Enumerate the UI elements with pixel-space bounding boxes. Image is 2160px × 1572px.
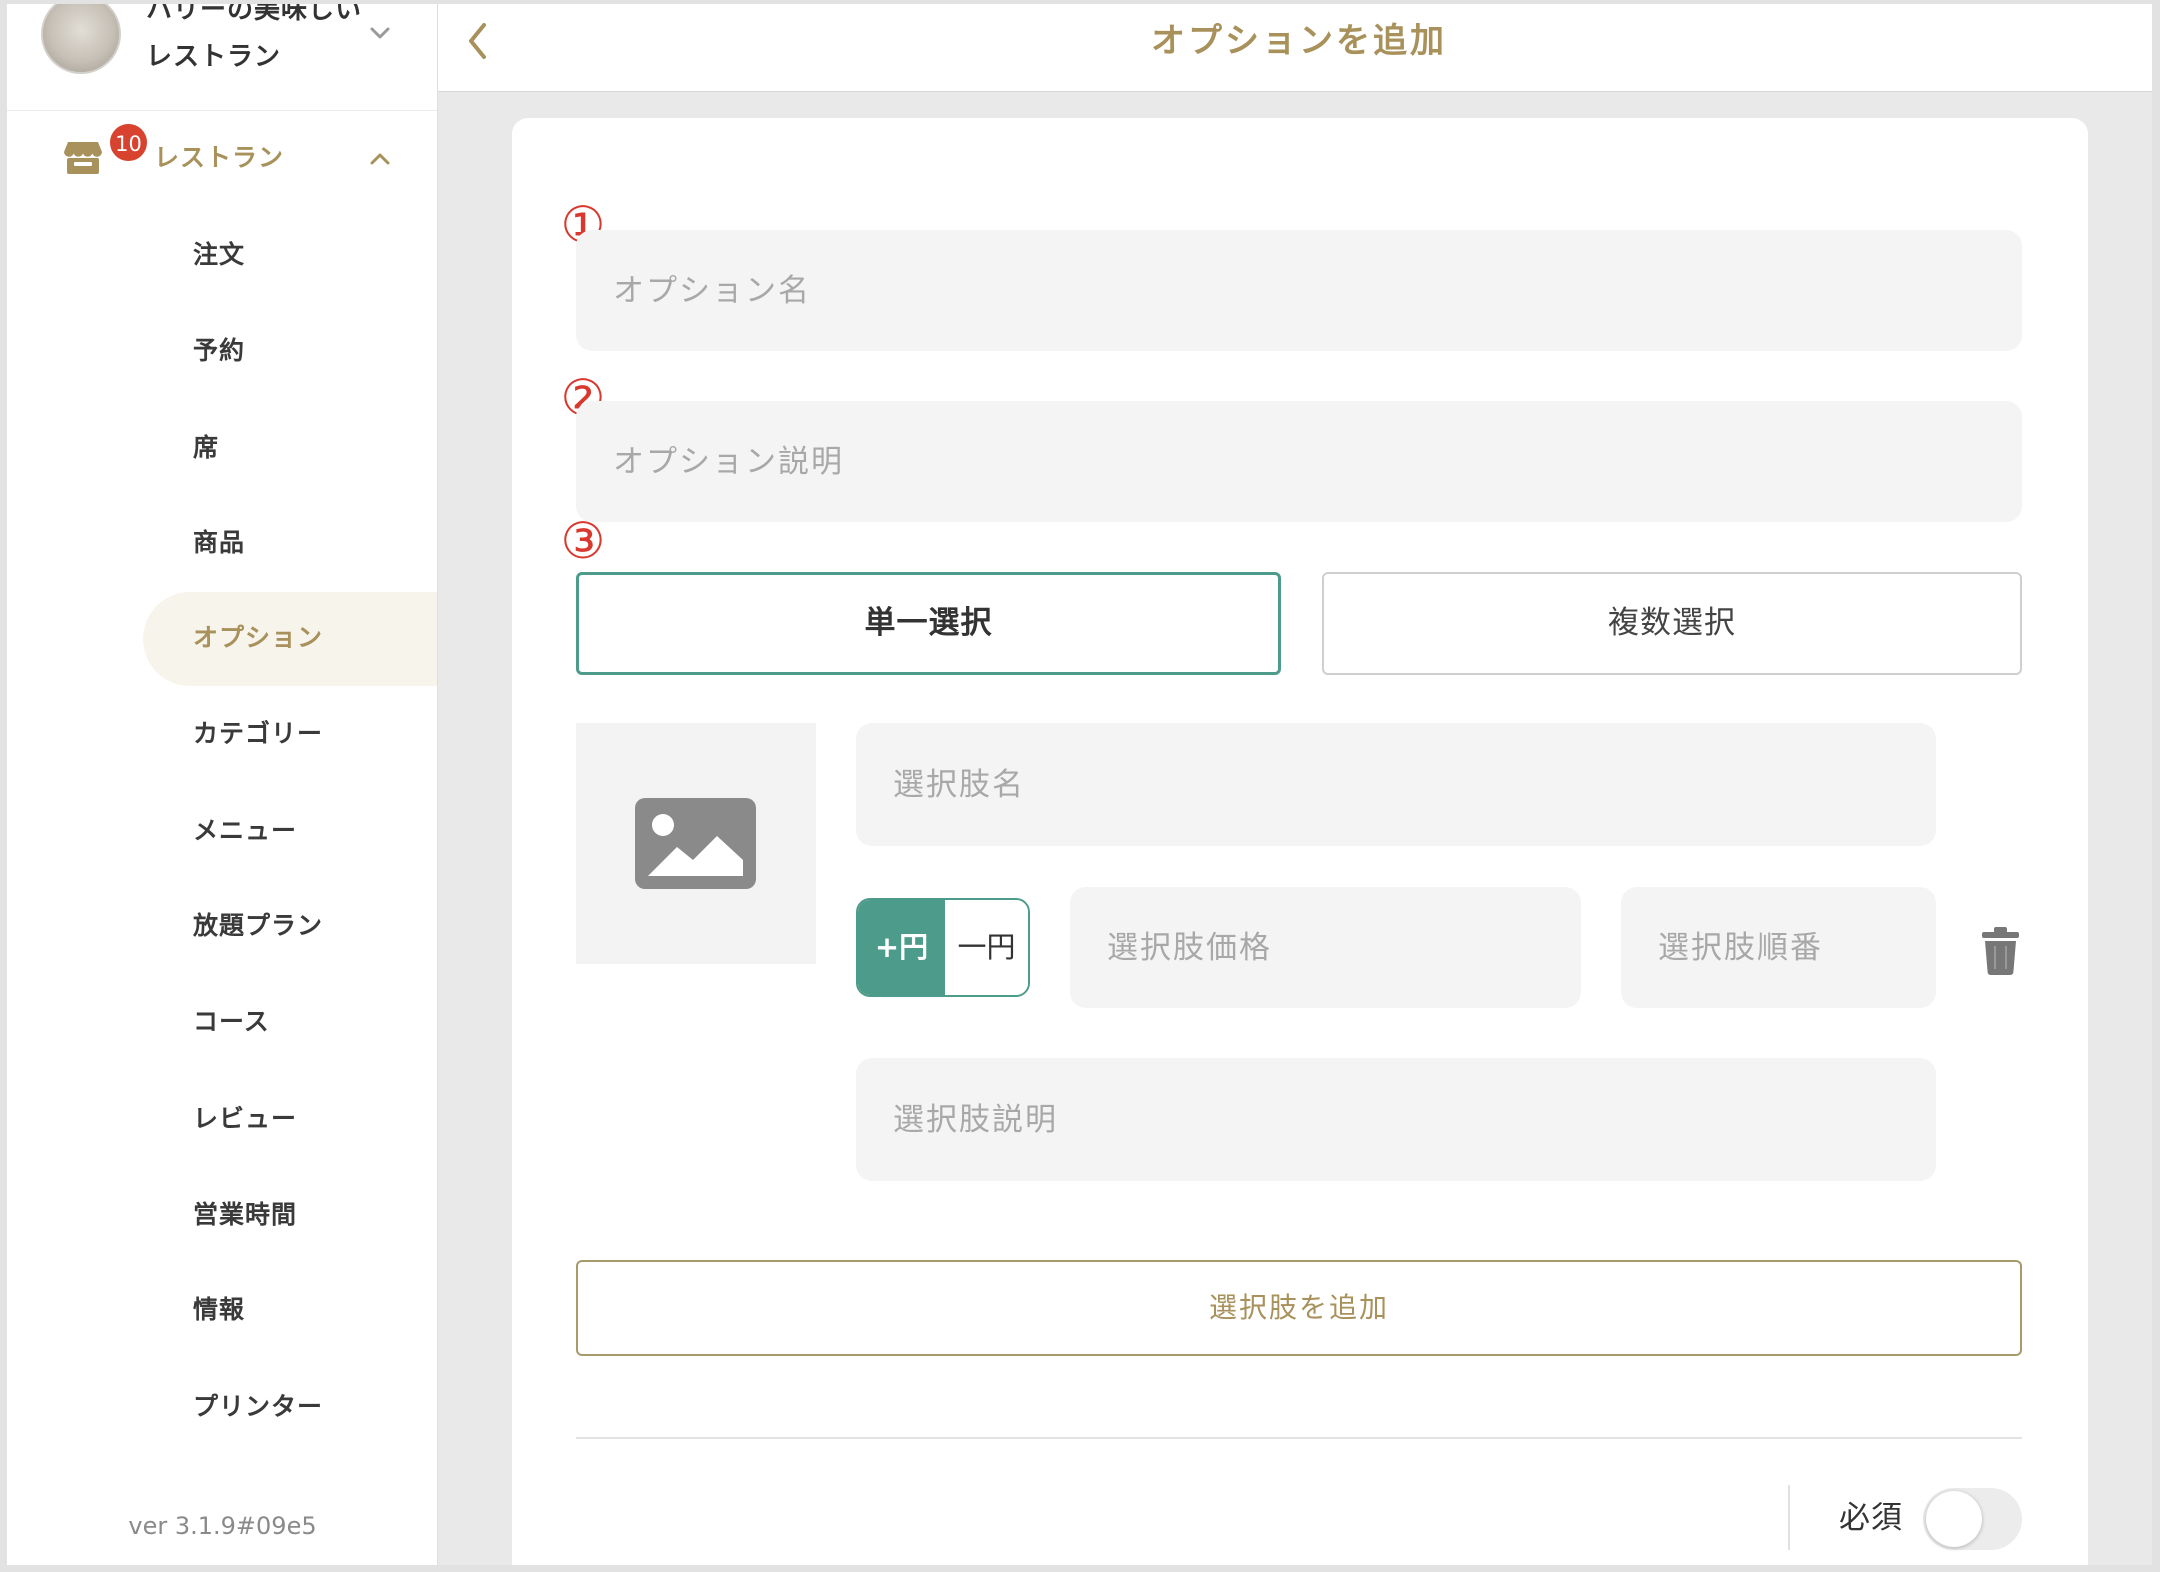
restaurant-avatar[interactable] (41, 0, 121, 74)
multiple-select-button[interactable]: 複数選択 (1322, 572, 2022, 675)
notification-badge: 10 (108, 122, 149, 163)
required-toggle[interactable] (1923, 1488, 2022, 1550)
option-description-input[interactable] (576, 401, 2022, 522)
sidebar-item-seats[interactable]: 席 (193, 428, 219, 468)
choice-description-input[interactable] (856, 1058, 1936, 1181)
option-name-input[interactable] (576, 230, 2022, 351)
price-plus-button[interactable]: +円 (858, 900, 945, 995)
store-icon (64, 142, 102, 174)
chevron-up-icon[interactable] (370, 152, 390, 165)
restaurant-name[interactable]: ハリーの美味しい レストラン (146, 0, 362, 81)
restaurant-name-line-2: レストラン (146, 42, 282, 72)
sidebar-item-printers[interactable]: プリンター (193, 1387, 323, 1427)
sidebar-item-reservations[interactable]: 予約 (193, 331, 245, 371)
choice-name-input[interactable] (856, 723, 1936, 846)
toggle-knob (1926, 1491, 1982, 1547)
sidebar: ハリーの美味しい レストラン 10 レストラン 注文 予約 席 商品 オプション… (0, 0, 438, 1572)
sidebar-item-menu[interactable]: メニュー (193, 811, 297, 851)
restaurant-name-line-1: ハリーの美味しい (146, 0, 363, 25)
add-choice-button[interactable]: 選択肢を追加 (576, 1260, 2022, 1356)
price-minus-button[interactable]: 一円 (945, 900, 1028, 995)
sidebar-item-reviews[interactable]: レビュー (193, 1099, 297, 1139)
page-title: オプションを追加 (1151, 21, 1447, 61)
sidebar-item-info[interactable]: 情報 (193, 1290, 245, 1330)
annotation-marker-3: ③ (560, 512, 606, 570)
choice-order-input[interactable] (1621, 887, 1936, 1008)
app-version: ver 3.1.9#09e5 (128, 1512, 317, 1540)
choice-image-upload[interactable] (576, 723, 816, 964)
image-placeholder-icon (635, 798, 756, 889)
sidebar-divider (7, 110, 437, 111)
sidebar-item-options[interactable]: オプション (193, 618, 323, 658)
sidebar-item-business-hours[interactable]: 営業時間 (193, 1195, 297, 1235)
top-bar: オプションを追加 (438, 0, 2160, 92)
sidebar-item-all-you-can-plans[interactable]: 放題プラン (193, 906, 323, 946)
required-label: 必須 (1839, 1500, 1903, 1536)
vertical-divider (1788, 1485, 1790, 1550)
price-sign-toggle: +円 一円 (856, 898, 1030, 997)
nav-section-label: レストラン (154, 143, 285, 172)
sidebar-item-categories[interactable]: カテゴリー (193, 714, 323, 754)
trash-icon[interactable] (1980, 927, 2021, 975)
choice-price-input[interactable] (1070, 887, 1581, 1008)
chevron-down-icon[interactable] (370, 27, 390, 40)
sidebar-item-courses[interactable]: コース (193, 1002, 270, 1042)
form-divider (576, 1437, 2022, 1439)
sidebar-item-products[interactable]: 商品 (193, 523, 245, 563)
option-form-card: ① ② ③ 単一選択 複数選択 +円 一円 選択肢を追加 必須 (512, 118, 2088, 1572)
sidebar-item-orders[interactable]: 注文 (193, 235, 245, 275)
single-select-button[interactable]: 単一選択 (576, 572, 1281, 675)
